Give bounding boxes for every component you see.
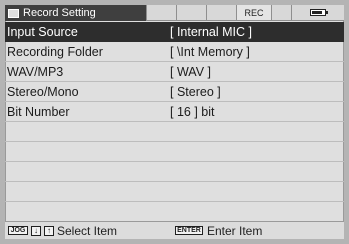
empty-row [5,162,344,182]
setting-row-stereo-mono[interactable]: Stereo/Mono [ Stereo ] [5,82,344,102]
status-slot-1 [146,5,176,20]
empty-row [5,122,344,142]
title-bar: Record Setting REC [5,5,344,21]
setting-value: [ \Int Memory ] [170,44,250,59]
jog-key-icon: JOG [8,226,28,235]
status-slot-2 [176,5,206,20]
enter-key-icon: ENTER [175,226,203,235]
empty-row [5,202,344,222]
status-slot-3 [206,5,236,20]
setting-value: [ Internal MIC ] [170,24,252,39]
setting-row-recording-folder[interactable]: Recording Folder [ \Int Memory ] [5,42,344,62]
rec-indicator: REC [236,5,271,20]
setting-row-wav-mp3[interactable]: WAV/MP3 [ WAV ] [5,62,344,82]
battery-level [312,11,322,14]
select-hint-text: Select Item [57,223,118,238]
screen-icon [8,8,19,18]
setting-value: [ WAV ] [170,64,211,79]
status-slot-5 [271,5,291,20]
empty-row [5,182,344,202]
setting-label: Input Source [7,24,78,39]
setting-row-input-source[interactable]: Input Source [ Internal MIC ] [5,22,344,42]
empty-row [5,142,344,162]
footer-hints: JOG ↓ ↑ Select Item ENTER Enter Item [5,221,344,239]
battery-icon [310,9,328,16]
device-screen: Record Setting REC Input Source [ Intern… [5,5,344,239]
battery-slot [291,5,344,20]
up-arrow-key-icon: ↑ [44,225,54,236]
enter-hint: ENTER Enter Item [175,224,262,238]
select-hint: JOG ↓ ↑ Select Item [5,224,175,238]
settings-list: Input Source [ Internal MIC ] Recording … [5,22,344,222]
setting-value: [ 16 ] bit [170,104,215,119]
setting-label: Recording Folder [7,44,103,59]
setting-label: Stereo/Mono [7,84,79,99]
enter-hint-text: Enter Item [207,223,263,238]
setting-value: [ Stereo ] [170,84,221,99]
down-arrow-key-icon: ↓ [31,225,41,236]
page-title: Record Setting [23,7,96,19]
status-slots: REC [146,5,344,21]
setting-label: WAV/MP3 [7,64,64,79]
title-block: Record Setting [5,5,146,21]
setting-row-bit-number[interactable]: Bit Number [ 16 ] bit [5,102,344,122]
setting-label: Bit Number [7,104,70,119]
